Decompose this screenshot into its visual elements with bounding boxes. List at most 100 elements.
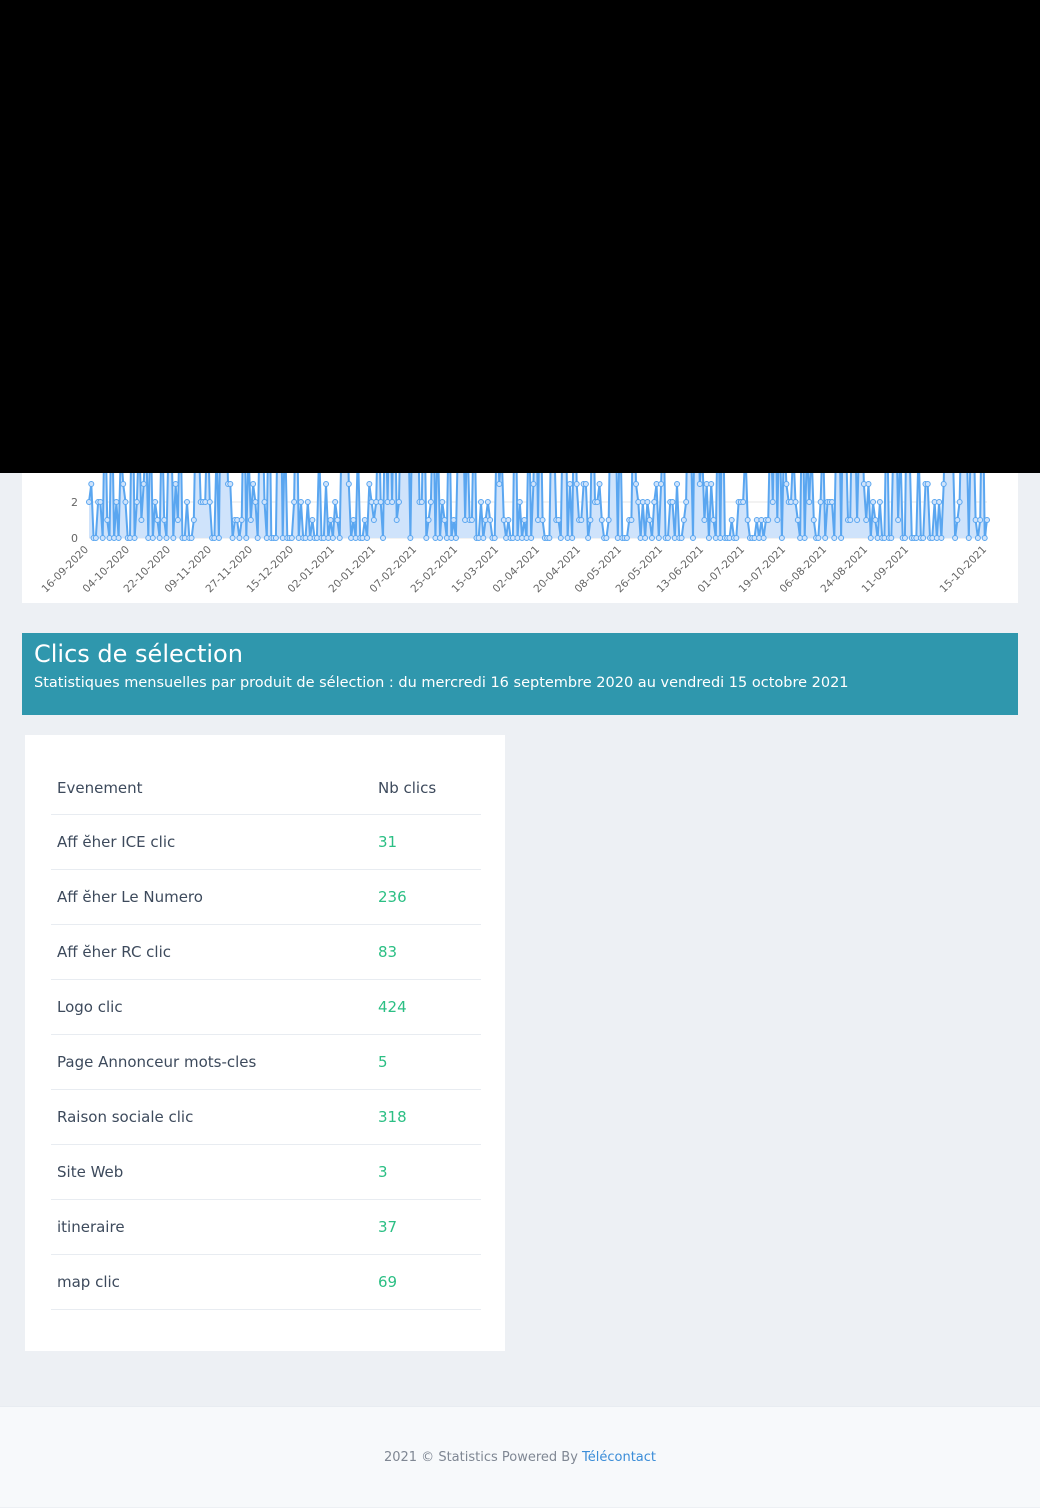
data-point[interactable]: [838, 535, 845, 541]
data-point[interactable]: [170, 535, 177, 541]
data-point[interactable]: [332, 499, 339, 505]
data-point[interactable]: [888, 535, 895, 541]
data-point[interactable]: [334, 517, 341, 523]
data-point[interactable]: [594, 499, 601, 505]
data-point[interactable]: [728, 517, 735, 523]
data-point[interactable]: [806, 499, 813, 505]
data-point[interactable]: [965, 535, 972, 541]
data-point[interactable]: [120, 481, 127, 487]
data-point[interactable]: [956, 499, 963, 505]
data-point[interactable]: [336, 535, 343, 541]
data-point[interactable]: [487, 517, 494, 523]
data-point[interactable]: [674, 481, 681, 487]
data-point[interactable]: [952, 535, 959, 541]
data-point[interactable]: [140, 481, 147, 487]
data-point[interactable]: [184, 499, 191, 505]
data-point[interactable]: [468, 517, 475, 523]
data-point[interactable]: [689, 535, 696, 541]
data-point[interactable]: [870, 499, 877, 505]
data-point[interactable]: [655, 535, 662, 541]
data-point[interactable]: [113, 499, 120, 505]
data-point[interactable]: [436, 535, 443, 541]
data-point[interactable]: [938, 535, 945, 541]
data-point[interactable]: [539, 517, 546, 523]
data-point[interactable]: [829, 499, 836, 505]
data-point[interactable]: [104, 517, 111, 523]
data-point[interactable]: [628, 517, 635, 523]
data-point[interactable]: [740, 499, 747, 505]
data-point[interactable]: [172, 481, 179, 487]
data-point[interactable]: [163, 535, 170, 541]
data-point[interactable]: [380, 535, 387, 541]
data-point[interactable]: [484, 499, 491, 505]
data-point[interactable]: [350, 517, 357, 523]
data-point[interactable]: [566, 481, 573, 487]
data-point[interactable]: [587, 517, 594, 523]
data-point[interactable]: [876, 499, 883, 505]
data-point[interactable]: [247, 517, 254, 523]
data-point[interactable]: [261, 499, 268, 505]
data-point[interactable]: [865, 481, 872, 487]
data-point[interactable]: [252, 499, 259, 505]
data-point[interactable]: [708, 481, 715, 487]
data-point[interactable]: [304, 499, 311, 505]
data-point[interactable]: [936, 499, 943, 505]
data-point[interactable]: [557, 535, 564, 541]
data-point[interactable]: [954, 517, 961, 523]
data-point[interactable]: [496, 481, 503, 487]
data-point[interactable]: [439, 499, 446, 505]
data-point[interactable]: [648, 535, 655, 541]
data-point[interactable]: [765, 517, 772, 523]
data-point[interactable]: [744, 517, 751, 523]
data-point[interactable]: [99, 535, 106, 541]
data-point[interactable]: [895, 517, 902, 523]
data-point[interactable]: [154, 517, 161, 523]
data-point[interactable]: [733, 535, 740, 541]
data-point[interactable]: [161, 517, 168, 523]
data-point[interactable]: [377, 499, 384, 505]
data-point[interactable]: [86, 499, 92, 505]
data-point[interactable]: [425, 517, 432, 523]
data-point[interactable]: [174, 517, 181, 523]
data-point[interactable]: [582, 481, 589, 487]
data-point[interactable]: [977, 517, 984, 523]
data-point[interactable]: [345, 481, 352, 487]
data-point[interactable]: [441, 517, 448, 523]
data-point[interactable]: [585, 535, 592, 541]
data-point[interactable]: [573, 481, 580, 487]
data-point[interactable]: [478, 499, 485, 505]
data-point[interactable]: [516, 499, 523, 505]
data-point[interactable]: [491, 535, 498, 541]
data-point[interactable]: [188, 535, 195, 541]
data-point[interactable]: [701, 517, 708, 523]
data-point[interactable]: [605, 517, 612, 523]
data-point[interactable]: [569, 535, 576, 541]
data-point[interactable]: [578, 517, 585, 523]
data-point[interactable]: [760, 535, 767, 541]
footer-link[interactable]: Télécontact: [582, 1450, 656, 1465]
data-point[interactable]: [867, 535, 874, 541]
data-point[interactable]: [395, 499, 402, 505]
data-point[interactable]: [190, 517, 197, 523]
data-point[interactable]: [407, 535, 414, 541]
data-point[interactable]: [288, 535, 295, 541]
data-point[interactable]: [633, 481, 640, 487]
data-point[interactable]: [521, 517, 528, 523]
data-point[interactable]: [364, 535, 371, 541]
data-point[interactable]: [122, 499, 129, 505]
data-point[interactable]: [555, 517, 562, 523]
data-point[interactable]: [642, 535, 649, 541]
data-point[interactable]: [678, 535, 685, 541]
data-point[interactable]: [710, 517, 717, 523]
data-point[interactable]: [138, 517, 145, 523]
data-point[interactable]: [901, 535, 908, 541]
data-point[interactable]: [238, 517, 245, 523]
data-point[interactable]: [291, 499, 298, 505]
data-point[interactable]: [393, 517, 400, 523]
data-point[interactable]: [528, 535, 535, 541]
data-point[interactable]: [872, 517, 879, 523]
data-point[interactable]: [389, 499, 396, 505]
data-point[interactable]: [152, 499, 159, 505]
data-point[interactable]: [452, 535, 459, 541]
data-point[interactable]: [831, 535, 838, 541]
